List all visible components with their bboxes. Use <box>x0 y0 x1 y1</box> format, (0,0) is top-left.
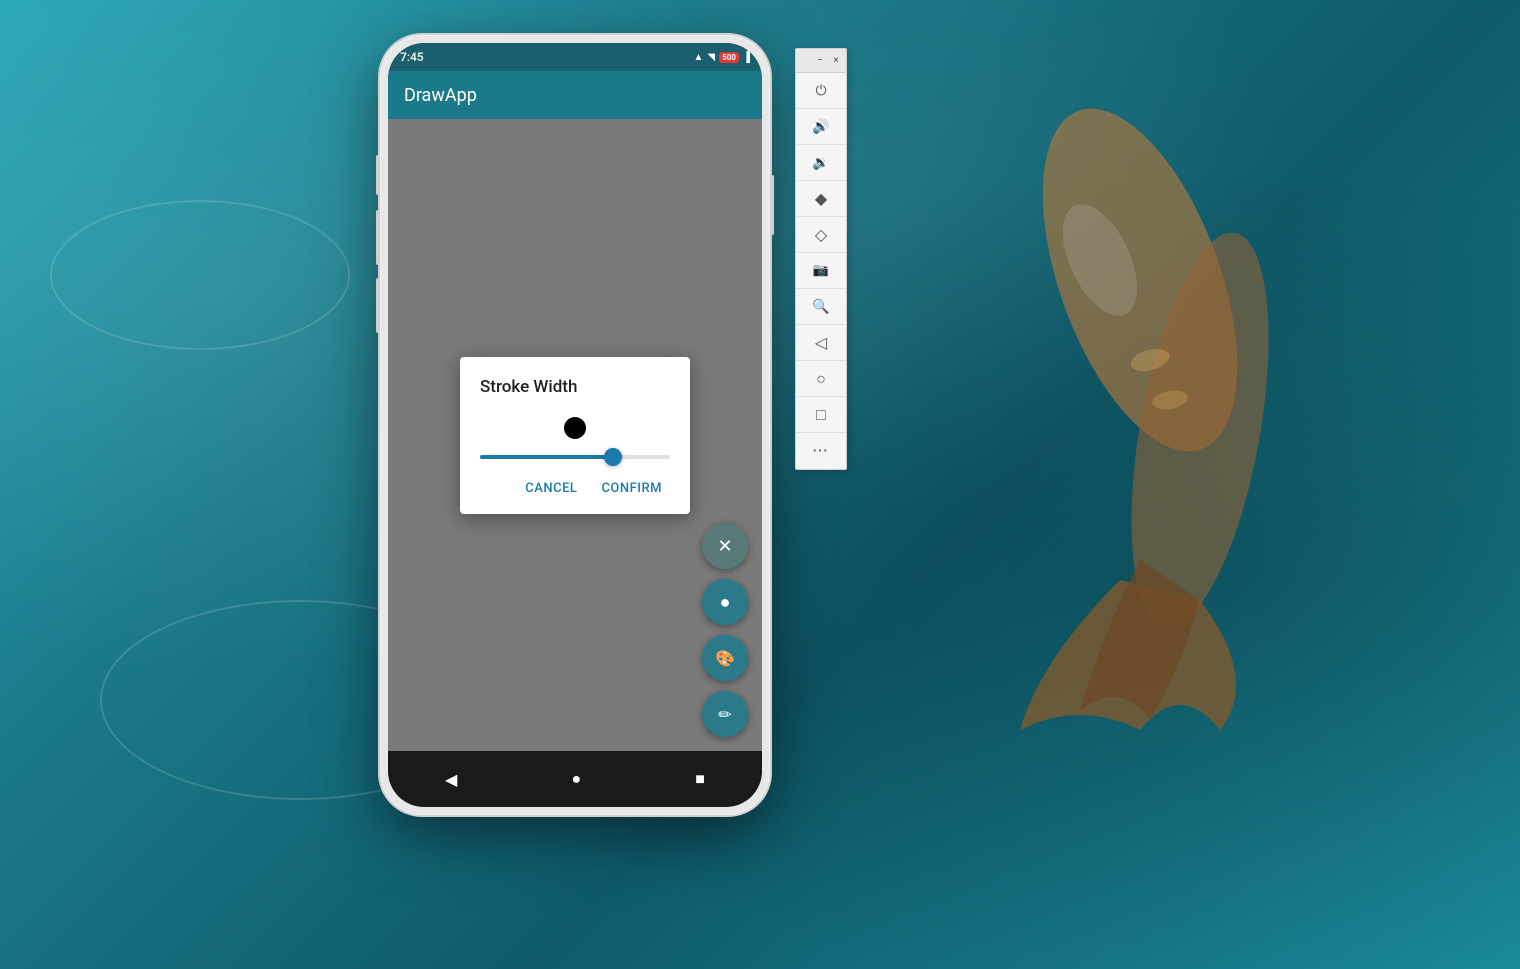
toolbar-close-button[interactable]: × <box>830 55 842 67</box>
phone-device: 7:45 ▲ ◥ 500 ▐ DrawApp ✕ ● <box>380 35 770 815</box>
signal-icon: ◥ <box>707 52 715 63</box>
eraser-icon: ◆ <box>815 189 827 208</box>
stroke-preview <box>480 417 670 439</box>
battery-icon: ▐ <box>743 52 750 63</box>
back-nav-button[interactable]: ◀ <box>445 770 457 789</box>
toolbar-more-item[interactable]: ••• <box>796 433 846 469</box>
phone-screen: 7:45 ▲ ◥ 500 ▐ DrawApp ✕ ● <box>388 43 762 807</box>
notification-badge: 500 <box>719 52 739 63</box>
toolbar-power-item[interactable]: ⏻ <box>796 73 846 109</box>
power-button[interactable] <box>770 175 774 235</box>
toolbar-rectangle-item[interactable]: □ <box>796 397 846 433</box>
slider-track <box>480 455 670 459</box>
app-title: DrawApp <box>404 85 477 106</box>
toolbar-title-bar: − × <box>796 49 846 73</box>
status-time: 7:45 <box>400 50 424 64</box>
screenshot-icon: 📷 <box>813 263 829 278</box>
slider-container[interactable] <box>480 455 670 459</box>
side-toolbar: − × ⏻ 🔊 🔉 ◆ ◇ 📷 🔍 ◁ ○ □ ••• <box>795 48 847 470</box>
phone-screen-container: 7:45 ▲ ◥ 500 ▐ DrawApp ✕ ● <box>388 43 762 807</box>
shape-eraser-icon: ◇ <box>815 225 827 244</box>
toolbar-volume-up-item[interactable]: 🔊 <box>796 109 846 145</box>
mermaid-decoration <box>940 80 1460 760</box>
home-nav-button[interactable]: ● <box>571 769 581 789</box>
toolbar-back-item[interactable]: ◁ <box>796 325 846 361</box>
wifi-icon: ▲ <box>694 52 704 63</box>
back-icon: ◁ <box>815 333 827 352</box>
volume-down-icon: 🔉 <box>812 155 829 171</box>
cancel-button[interactable]: Cancel <box>517 475 585 502</box>
stroke-width-dialog: Stroke Width Cancel Confirm <box>460 357 690 514</box>
volume-up-button[interactable] <box>376 155 380 195</box>
circle-icon: ○ <box>816 369 826 389</box>
power-icon: ⏻ <box>815 83 826 99</box>
toolbar-volume-down-item[interactable]: 🔉 <box>796 145 846 181</box>
toolbar-zoom-item[interactable]: 🔍 <box>796 289 846 325</box>
more-icon: ••• <box>813 446 829 457</box>
app-bar: DrawApp <box>388 71 762 119</box>
confirm-button[interactable]: Confirm <box>593 475 670 502</box>
toolbar-shape-eraser-item[interactable]: ◇ <box>796 217 846 253</box>
status-bar: 7:45 ▲ ◥ 500 ▐ <box>388 43 762 71</box>
zoom-icon: 🔍 <box>812 299 829 315</box>
toolbar-minimize-button[interactable]: − <box>814 55 826 67</box>
toolbar-eraser-item[interactable]: ◆ <box>796 181 846 217</box>
dialog-title: Stroke Width <box>480 377 670 397</box>
volume-down-button[interactable] <box>376 210 380 265</box>
silent-switch[interactable] <box>376 278 380 333</box>
volume-up-icon: 🔊 <box>812 119 829 135</box>
toolbar-circle-item[interactable]: ○ <box>796 361 846 397</box>
recents-nav-button[interactable]: ■ <box>695 769 705 789</box>
dialog-actions: Cancel Confirm <box>480 475 670 502</box>
nav-bar: ◀ ● ■ <box>388 751 762 807</box>
slider-thumb[interactable] <box>604 448 622 466</box>
toolbar-screenshot-item[interactable]: 📷 <box>796 253 846 289</box>
stroke-preview-circle <box>564 417 586 439</box>
slider-fill <box>480 455 617 459</box>
status-icons: ▲ ◥ 500 ▐ <box>694 52 750 63</box>
dialog-overlay: Stroke Width Cancel Confirm <box>388 119 762 751</box>
rectangle-icon: □ <box>816 405 826 425</box>
